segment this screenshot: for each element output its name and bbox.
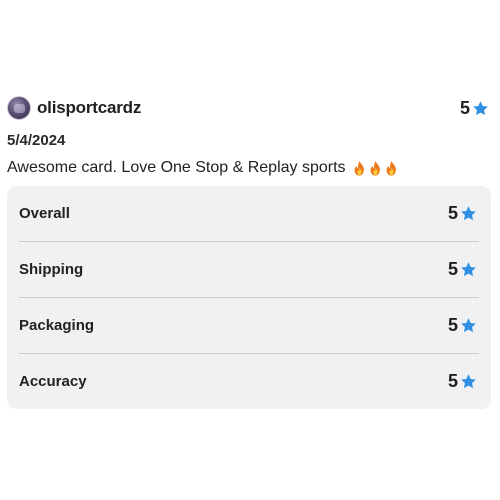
star-icon <box>460 261 477 278</box>
overall-rating: 5 <box>460 98 489 119</box>
comment-text: Awesome card. Love One Stop & Replay spo… <box>7 159 346 176</box>
rating-score: 5 <box>448 371 477 392</box>
rating-score: 5 <box>448 315 477 336</box>
username[interactable]: olisportcardz <box>37 98 141 118</box>
rating-value: 5 <box>459 97 470 118</box>
rating-value: 5 <box>447 203 458 223</box>
rating-value: 5 <box>447 371 458 391</box>
star-icon <box>472 100 489 117</box>
rating-label: Packaging <box>19 317 95 334</box>
fire-icon <box>384 160 399 177</box>
review-comment: Awesome card. Love One Stop & Replay spo… <box>7 159 491 177</box>
review-card: olisportcardz 5 5/4/2024 Awesome card. L… <box>7 94 491 409</box>
rating-value: 5 <box>447 259 458 279</box>
fire-icon <box>352 160 367 177</box>
rating-value: 5 <box>447 315 458 335</box>
rating-label: Accuracy <box>19 373 87 390</box>
fire-emojis <box>352 160 399 177</box>
fire-icon <box>368 160 383 177</box>
rating-score: 5 <box>448 203 477 224</box>
rating-breakdown: Overall 5 Shipping 5 Packaging 5 Accurac… <box>7 186 491 409</box>
rating-label: Shipping <box>19 261 84 278</box>
rating-row-shipping: Shipping 5 <box>19 242 479 298</box>
review-header: olisportcardz 5 <box>7 94 491 122</box>
rating-score: 5 <box>448 259 477 280</box>
rating-label: Overall <box>19 205 70 222</box>
avatar[interactable] <box>7 96 31 120</box>
rating-row-overall: Overall 5 <box>19 186 479 242</box>
rating-row-packaging: Packaging 5 <box>19 298 479 354</box>
star-icon <box>460 205 477 222</box>
star-icon <box>460 317 477 334</box>
review-date: 5/4/2024 <box>7 132 66 149</box>
rating-row-accuracy: Accuracy 5 <box>19 354 479 409</box>
star-icon <box>460 373 477 390</box>
